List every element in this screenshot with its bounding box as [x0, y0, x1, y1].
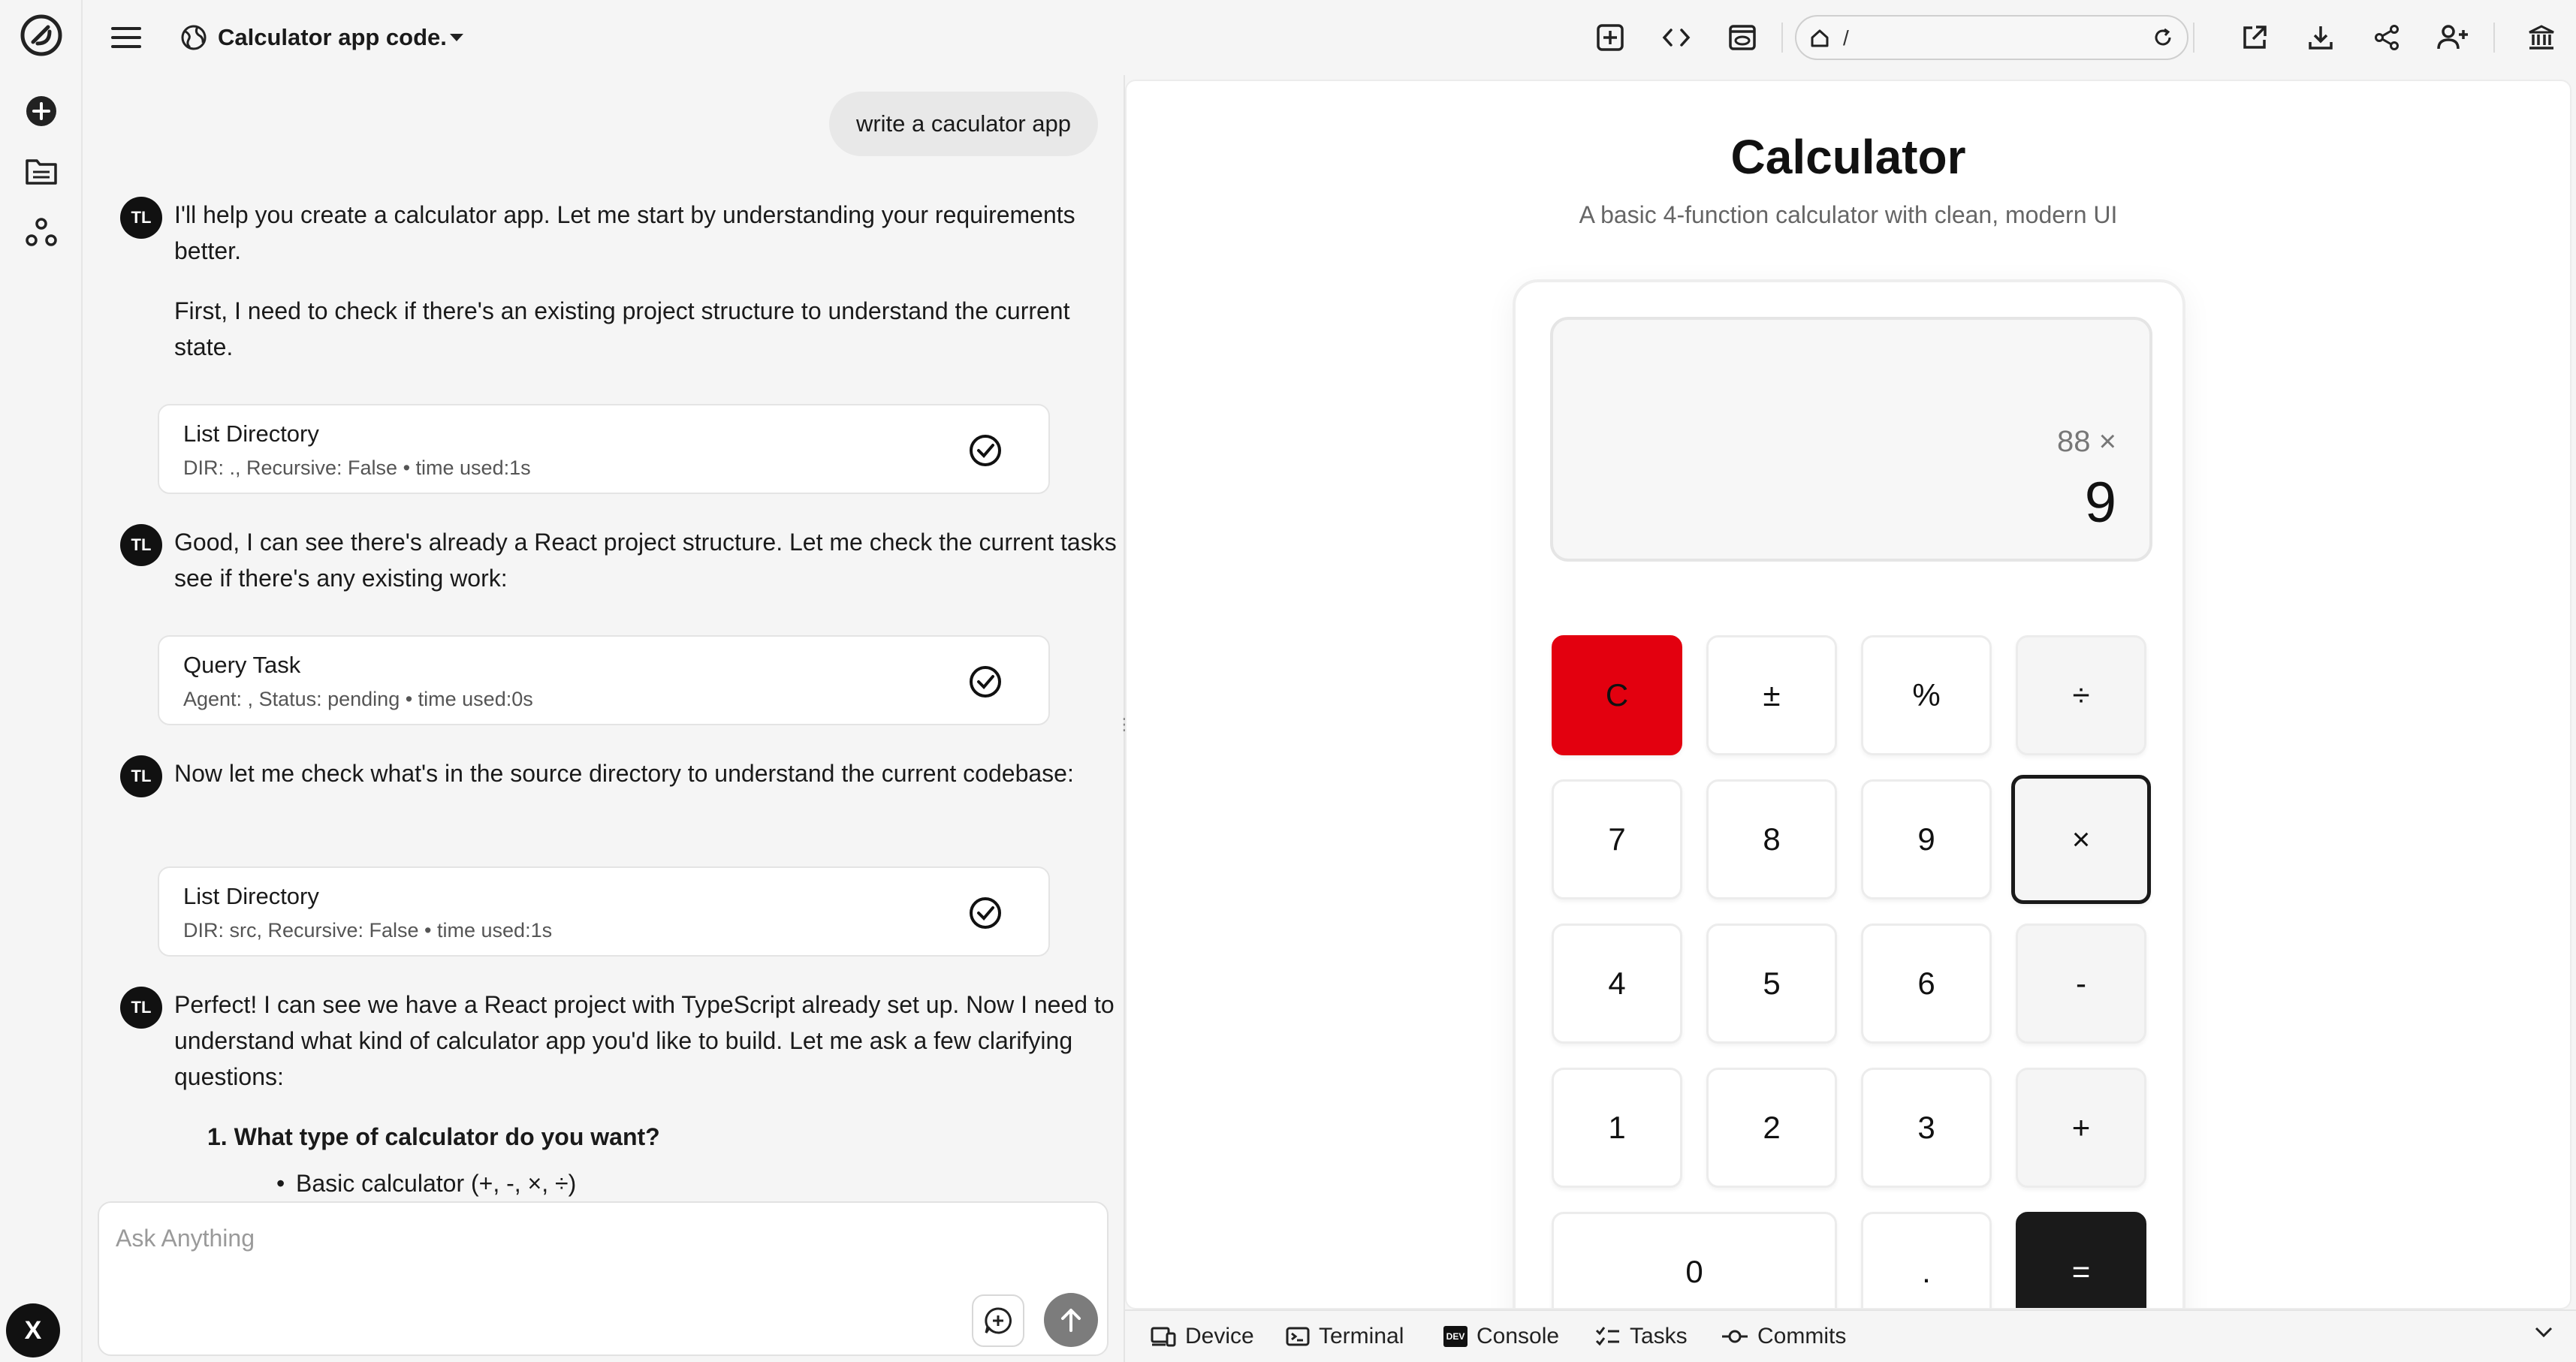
menu-icon[interactable]: [104, 15, 149, 60]
key-clear[interactable]: C: [1552, 635, 1682, 755]
commit-icon: [1722, 1330, 1748, 1343]
key-8[interactable]: 8: [1706, 779, 1837, 899]
key-divide[interactable]: ÷: [2016, 635, 2146, 755]
arrow-up-icon: [1061, 1309, 1081, 1332]
key-equals[interactable]: =: [2016, 1212, 2146, 1308]
chevron-down-icon[interactable]: [2534, 1326, 2553, 1338]
chat-plus-icon: [985, 1307, 1012, 1334]
download-icon[interactable]: [2298, 15, 2343, 60]
key-2[interactable]: 2: [1706, 1068, 1837, 1188]
user-avatar[interactable]: X: [6, 1303, 60, 1357]
key-3[interactable]: 3: [1861, 1068, 1992, 1188]
top-bar: Calculator app code. /: [83, 0, 2576, 75]
assistant-avatar: TL: [120, 987, 162, 1029]
new-chat-button[interactable]: [972, 1294, 1024, 1347]
tool-call-card[interactable]: List Directory DIR: ., Recursive: False …: [158, 404, 1050, 494]
calculator-subtitle: A basic 4-function calculator with clean…: [1579, 201, 2118, 228]
question-heading: 1. What type of calculator do you want?: [207, 1123, 660, 1150]
app-logo-icon[interactable]: [17, 11, 66, 60]
key-multiply[interactable]: ×: [2011, 775, 2151, 904]
check-circle-icon: [969, 434, 1002, 467]
preview-panel: Calculator A basic 4-function calculator…: [1125, 80, 2571, 1309]
key-9[interactable]: 9: [1861, 779, 1992, 899]
check-circle-icon: [969, 665, 1002, 698]
key-7[interactable]: 7: [1552, 779, 1682, 899]
assistant-avatar: TL: [120, 755, 162, 797]
globe-icon: [171, 15, 216, 60]
send-button[interactable]: [1044, 1293, 1098, 1347]
refresh-icon[interactable]: [2152, 27, 2173, 48]
project-title[interactable]: Calculator app code.: [218, 24, 447, 51]
list-item: • Basic calculator (+, -, ×, ÷): [276, 1165, 577, 1201]
user-message: write a caculator app: [828, 92, 1098, 156]
tab-terminal[interactable]: Terminal: [1286, 1321, 1404, 1351]
key-plus-minus[interactable]: ±: [1706, 635, 1837, 755]
url-bar[interactable]: /: [1795, 15, 2188, 60]
display-expression: 88 ×: [2057, 425, 2116, 458]
bank-icon[interactable]: [2519, 15, 2564, 60]
display-value: 9: [2084, 471, 2116, 535]
divider: [2193, 23, 2194, 53]
chat-panel: write a caculator app TL I'll help you c…: [83, 75, 1124, 1276]
terminal-icon: [1286, 1327, 1310, 1346]
add-page-icon[interactable]: [1588, 15, 1633, 60]
divider: [1781, 23, 1783, 53]
tool-call-card[interactable]: Query Task Agent: , Status: pending • ti…: [158, 635, 1050, 725]
tool-call-title: List Directory: [183, 883, 319, 909]
tab-commits[interactable]: Commits: [1721, 1321, 1846, 1351]
open-external-icon[interactable]: [2232, 15, 2277, 60]
key-1[interactable]: 1: [1552, 1068, 1682, 1188]
folder-icon[interactable]: [17, 146, 66, 196]
nodes-icon[interactable]: [17, 207, 66, 257]
ask-input[interactable]: [116, 1219, 1017, 1257]
device-icon: [1151, 1327, 1176, 1347]
chevron-down-icon[interactable]: [434, 15, 479, 60]
key-percent[interactable]: %: [1861, 635, 1992, 755]
bullet: •: [276, 1170, 285, 1197]
url-text[interactable]: /: [1843, 26, 1849, 50]
list-item-text: Basic calculator (+, -, ×, ÷): [296, 1170, 577, 1197]
left-rail: X: [0, 0, 83, 1362]
calculator-title: Calculator: [1730, 130, 1966, 184]
tool-call-title: Query Task: [183, 652, 301, 678]
assistant-avatar: TL: [120, 524, 162, 566]
home-icon[interactable]: [1810, 29, 1829, 48]
key-4[interactable]: 4: [1552, 924, 1682, 1044]
divider: [2493, 23, 2495, 53]
plus-circle-icon[interactable]: [17, 86, 66, 136]
calculator-card: 88 × 9 C ± % ÷ 7 8 9 × 4 5 6 - 1 2 3 + 0…: [1513, 279, 2185, 1308]
tab-device[interactable]: Device: [1151, 1321, 1254, 1351]
assistant-avatar: TL: [120, 197, 162, 239]
code-icon[interactable]: [1654, 15, 1699, 60]
assistant-message: Good, I can see there's already a React …: [174, 529, 1124, 592]
assistant-message: I'll help you create a calculator app. L…: [174, 201, 1075, 264]
bottom-tab-bar: Device Terminal DEV Console Tasks Commit…: [1125, 1309, 2576, 1362]
assistant-message: Now let me check what's in the source di…: [174, 760, 1074, 787]
calculator-display: 88 × 9: [1550, 317, 2152, 562]
key-decimal[interactable]: .: [1861, 1212, 1992, 1308]
share-icon[interactable]: [2364, 15, 2409, 60]
key-plus[interactable]: +: [2016, 1068, 2146, 1188]
key-6[interactable]: 6: [1861, 924, 1992, 1044]
key-minus[interactable]: -: [2016, 924, 2146, 1044]
add-user-icon[interactable]: [2430, 15, 2475, 60]
tool-call-title: List Directory: [183, 420, 319, 447]
assistant-message: First, I need to check if there's an exi…: [174, 297, 1070, 360]
tool-call-detail: DIR: ., Recursive: False • time used:1s: [183, 457, 531, 479]
preview-icon[interactable]: [1720, 15, 1765, 60]
tool-call-card[interactable]: List Directory DIR: src, Recursive: Fals…: [158, 866, 1050, 957]
tool-call-detail: Agent: , Status: pending • time used:0s: [183, 688, 533, 710]
checklist-icon: [1595, 1327, 1619, 1346]
dev-badge-icon: DEV: [1443, 1326, 1467, 1347]
assistant-message: Perfect! I can see we have a React proje…: [174, 991, 1115, 1090]
composer: [98, 1201, 1109, 1356]
tab-tasks[interactable]: Tasks: [1595, 1321, 1688, 1351]
check-circle-icon: [969, 896, 1002, 930]
tool-call-detail: DIR: src, Recursive: False • time used:1…: [183, 919, 553, 942]
key-0[interactable]: 0: [1552, 1212, 1837, 1308]
tab-console[interactable]: DEV Console: [1443, 1321, 1559, 1351]
key-5[interactable]: 5: [1706, 924, 1837, 1044]
